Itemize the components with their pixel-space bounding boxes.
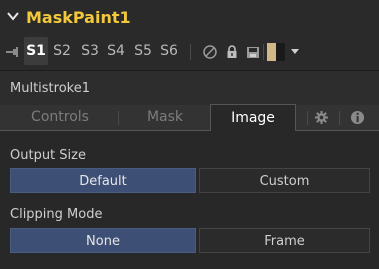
save-icon[interactable]: [245, 44, 261, 60]
swatch-left-color: [267, 43, 276, 61]
view-button-s5[interactable]: S5: [131, 37, 155, 65]
clipping-mode-label: Clipping Mode: [10, 207, 103, 222]
swatch-right-color: [276, 43, 285, 61]
settings-icon[interactable]: [314, 110, 329, 125]
node-header: MaskPaint1: [0, 0, 379, 34]
view-button-s6[interactable]: S6: [157, 37, 181, 65]
info-icon[interactable]: [350, 110, 365, 125]
tab-divider: [339, 111, 340, 125]
color-swatch[interactable]: [267, 43, 285, 61]
view-button-s3[interactable]: S3: [78, 37, 102, 65]
tab-mask[interactable]: Mask: [122, 105, 208, 130]
disable-icon[interactable]: [202, 44, 218, 60]
clipping-mode-frame-button[interactable]: Frame: [199, 228, 370, 253]
tab-image[interactable]: Image: [210, 104, 296, 131]
output-size-custom-button[interactable]: Custom: [199, 168, 370, 193]
tool-subheader: Multistroke1: [0, 71, 379, 105]
divider: [263, 44, 264, 60]
output-size-default-button[interactable]: Default: [10, 168, 196, 193]
lock-icon[interactable]: [224, 44, 240, 60]
divider: [190, 44, 191, 60]
inspector-tabs: Controls Mask Image: [0, 104, 379, 131]
tab-divider: [118, 111, 119, 125]
tool-name: Multistroke1: [10, 81, 90, 96]
chevron-down-icon[interactable]: [6, 9, 20, 23]
clipping-mode-none-button[interactable]: None: [10, 228, 196, 253]
output-size-label: Output Size: [10, 148, 86, 163]
node-title: MaskPaint1: [26, 8, 131, 27]
tab-divider: [307, 111, 308, 125]
view-toolbar: S1 S2 S3 S4 S5 S6: [0, 34, 379, 71]
view-button-s1[interactable]: S1: [24, 37, 48, 65]
view-button-s4[interactable]: S4: [104, 37, 128, 65]
tab-controls[interactable]: Controls: [5, 105, 115, 130]
caret-down-icon[interactable]: [291, 49, 299, 55]
view-button-s2[interactable]: S2: [50, 37, 74, 65]
pin-icon[interactable]: [6, 46, 20, 58]
